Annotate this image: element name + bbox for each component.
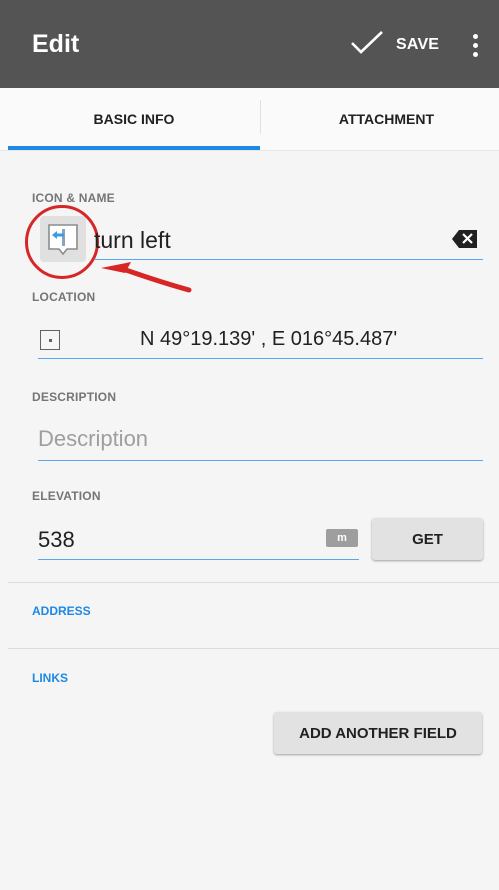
divider bbox=[8, 582, 499, 583]
tab-attachment[interactable]: ATTACHMENT bbox=[262, 88, 499, 150]
annotation-arrow bbox=[101, 262, 192, 293]
description-underline bbox=[38, 460, 483, 461]
tab-basic-info[interactable]: BASIC INFO bbox=[8, 88, 260, 150]
tab-indicator bbox=[8, 146, 260, 150]
get-elevation-button[interactable]: GET bbox=[372, 518, 483, 560]
icon-name-label: ICON & NAME bbox=[32, 191, 115, 205]
name-underline bbox=[94, 259, 483, 260]
app-bar: Edit SAVE bbox=[0, 0, 499, 88]
elevation-input[interactable]: 538 bbox=[38, 527, 75, 553]
location-label: LOCATION bbox=[32, 290, 96, 304]
save-button[interactable]: SAVE bbox=[396, 36, 439, 54]
name-input[interactable]: turn left bbox=[94, 227, 171, 254]
elevation-label: ELEVATION bbox=[32, 489, 101, 503]
tab-divider bbox=[260, 100, 261, 134]
description-label: DESCRIPTION bbox=[32, 390, 117, 404]
address-section[interactable]: ADDRESS bbox=[32, 604, 91, 618]
crosshair-square-icon[interactable] bbox=[40, 330, 60, 350]
annotation-circle bbox=[25, 205, 99, 279]
elevation-underline bbox=[38, 559, 359, 560]
divider bbox=[8, 648, 499, 649]
location-value[interactable]: N 49°19.139' , E 016°45.487' bbox=[140, 328, 397, 351]
location-underline bbox=[38, 358, 483, 359]
description-input[interactable]: Description bbox=[38, 426, 148, 452]
more-vert-icon[interactable] bbox=[472, 34, 480, 58]
links-section[interactable]: LINKS bbox=[32, 671, 68, 685]
page-title: Edit bbox=[32, 30, 80, 58]
tab-bar: BASIC INFO ATTACHMENT bbox=[0, 88, 499, 151]
add-another-field-button[interactable]: ADD ANOTHER FIELD bbox=[274, 712, 482, 754]
backspace-icon[interactable] bbox=[452, 230, 478, 248]
check-icon[interactable] bbox=[350, 30, 384, 56]
unit-badge: m bbox=[326, 529, 358, 547]
